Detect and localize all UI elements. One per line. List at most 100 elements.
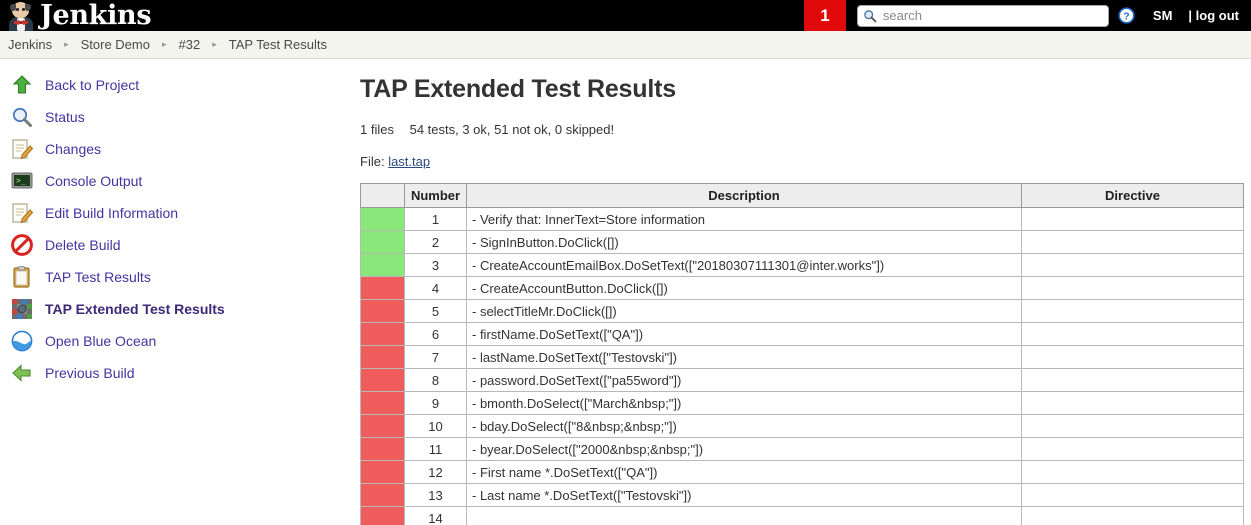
status-badge <box>360 414 405 438</box>
top-header: Jenkins 1 ? SM | log out <box>0 0 1251 31</box>
breadcrumb-item-store-demo[interactable]: Store Demo <box>81 37 150 52</box>
cell-directive <box>1021 276 1244 300</box>
status-badge <box>360 437 405 461</box>
cell-description <box>466 506 1022 525</box>
cell-number: 12 <box>404 460 467 484</box>
column-header-number: Number <box>404 183 467 208</box>
status-badge <box>360 460 405 484</box>
page-title: TAP Extended Test Results <box>360 75 676 103</box>
sidebar-item-back-to-project[interactable]: Back to Project <box>0 69 360 101</box>
breadcrumb: Jenkins ▸ Store Demo ▸ #32 ▸ TAP Test Re… <box>0 31 1251 59</box>
cell-directive <box>1021 345 1244 369</box>
status-badge <box>360 276 405 300</box>
cell-number: 8 <box>404 368 467 392</box>
help-icon[interactable]: ? <box>1118 7 1135 24</box>
sidebar-item-label: Previous Build <box>45 365 135 381</box>
column-header-directive: Directive <box>1021 183 1244 208</box>
cell-directive <box>1021 437 1244 461</box>
cell-description: - CreateAccountButton.DoClick([]) <box>466 276 1022 300</box>
sidebar-item-label: Delete Build <box>45 237 121 253</box>
up-arrow-icon <box>10 73 34 97</box>
logout-link[interactable]: | log out <box>1188 8 1239 23</box>
jenkins-home-link[interactable]: Jenkins <box>0 0 152 31</box>
status-badge <box>360 207 405 231</box>
table-row: 4- CreateAccountButton.DoClick([]) <box>360 276 1244 300</box>
search-input[interactable] <box>856 4 1109 27</box>
cell-directive <box>1021 299 1244 323</box>
magnifier-icon <box>10 105 34 129</box>
cell-description: - SignInButton.DoClick([]) <box>466 230 1022 254</box>
notepad-pencil-icon <box>10 137 34 161</box>
table-row: 11- byear.DoSelect(["2000&nbsp;&nbsp;"]) <box>360 437 1244 461</box>
sidebar-item-tap-extended-test-results[interactable]: TAP Extended Test Results <box>0 293 360 325</box>
sidebar-item-label: Status <box>45 109 85 125</box>
status-badge <box>360 368 405 392</box>
cell-number: 2 <box>404 230 467 254</box>
status-badge <box>360 483 405 507</box>
blue-ocean-icon <box>10 329 34 353</box>
test-summary: 54 tests, 3 ok, 51 not ok, 0 skipped! <box>409 122 615 137</box>
cell-description: - bday.DoSelect(["8&nbsp;&nbsp;"]) <box>466 414 1022 438</box>
cell-description: - selectTitleMr.DoClick([]) <box>466 299 1022 323</box>
sidebar-item-tap-test-results[interactable]: TAP Test Results <box>0 261 360 293</box>
breadcrumb-separator-icon: ▸ <box>161 39 167 49</box>
sidebar-item-previous-build[interactable]: Previous Build <box>0 357 360 389</box>
cell-description: - lastName.DoSetText(["Testovski"]) <box>466 345 1022 369</box>
breadcrumb-item-build[interactable]: #32 <box>179 37 201 52</box>
status-badge <box>360 253 405 277</box>
cell-number: 6 <box>404 322 467 346</box>
status-badge <box>360 299 405 323</box>
sidebar-item-label: Back to Project <box>45 77 140 93</box>
cell-number: 3 <box>404 253 467 277</box>
sidebar-item-changes[interactable]: Changes <box>0 133 360 165</box>
sidebar-item-open-blue-ocean[interactable]: Open Blue Ocean <box>0 325 360 357</box>
search-box[interactable] <box>856 4 1109 27</box>
user-name[interactable]: SM <box>1153 8 1173 23</box>
breadcrumb-item-jenkins[interactable]: Jenkins <box>8 37 52 52</box>
cell-description: - firstName.DoSetText(["QA"]) <box>466 322 1022 346</box>
cell-number: 10 <box>404 414 467 438</box>
left-arrow-icon <box>10 361 34 385</box>
cell-directive <box>1021 207 1244 231</box>
table-header-row: Number Description Directive <box>360 183 1244 208</box>
sidebar-item-edit-build-information[interactable]: Edit Build Information <box>0 197 360 229</box>
cell-number: 11 <box>404 437 467 461</box>
column-header-status <box>360 183 405 208</box>
breadcrumb-item-tap-test-results[interactable]: TAP Test Results <box>229 37 327 52</box>
file-link[interactable]: last.tap <box>388 154 430 169</box>
cell-number: 9 <box>404 391 467 415</box>
cell-number: 4 <box>404 276 467 300</box>
jenkins-butler-icon <box>6 0 36 31</box>
sidebar-item-delete-build[interactable]: Delete Build <box>0 229 360 261</box>
sidebar-item-label: TAP Extended Test Results <box>45 301 225 317</box>
table-row: 1- Verify that: InnerText=Store informat… <box>360 207 1244 231</box>
cell-description: - Verify that: InnerText=Store informati… <box>466 207 1022 231</box>
summary-line: 1 files 54 tests, 3 ok, 51 not ok, 0 ski… <box>360 122 1251 137</box>
clipboard-icon <box>10 265 34 289</box>
cell-description: - byear.DoSelect(["2000&nbsp;&nbsp;"]) <box>466 437 1022 461</box>
sidebar: Back to Project Status Changes >_ Console Ou… <box>0 59 360 524</box>
breadcrumb-separator-icon: ▸ <box>212 39 217 49</box>
column-header-description: Description <box>466 183 1022 208</box>
table-row: 10- bday.DoSelect(["8&nbsp;&nbsp;"]) <box>360 414 1244 438</box>
sidebar-item-console-output[interactable]: >_ Console Output <box>0 165 360 197</box>
table-row: 7- lastName.DoSetText(["Testovski"]) <box>360 345 1244 369</box>
notification-badge[interactable]: 1 <box>803 0 846 31</box>
status-badge <box>360 506 405 525</box>
table-row: 12- First name *.DoSetText(["QA"]) <box>360 460 1244 484</box>
cell-description: - bmonth.DoSelect(["March&nbsp;"]) <box>466 391 1022 415</box>
sidebar-item-status[interactable]: Status <box>0 101 360 133</box>
cell-description: - First name *.DoSetText(["QA"]) <box>466 460 1022 484</box>
file-label: File: <box>360 154 385 169</box>
svg-text:?: ? <box>1123 11 1129 22</box>
no-entry-icon <box>10 233 34 257</box>
file-line: File: last.tap <box>360 154 1251 169</box>
page-body: Back to Project Status Changes >_ Console Ou… <box>0 59 1251 525</box>
cell-directive <box>1021 460 1244 484</box>
status-badge <box>360 391 405 415</box>
cell-directive <box>1021 230 1244 254</box>
status-badge <box>360 345 405 369</box>
table-row: 6- firstName.DoSetText(["QA"]) <box>360 322 1244 346</box>
results-table: Number Description Directive 1- Verify t… <box>360 183 1244 525</box>
cell-description: - Last name *.DoSetText(["Testovski"]) <box>466 483 1022 507</box>
